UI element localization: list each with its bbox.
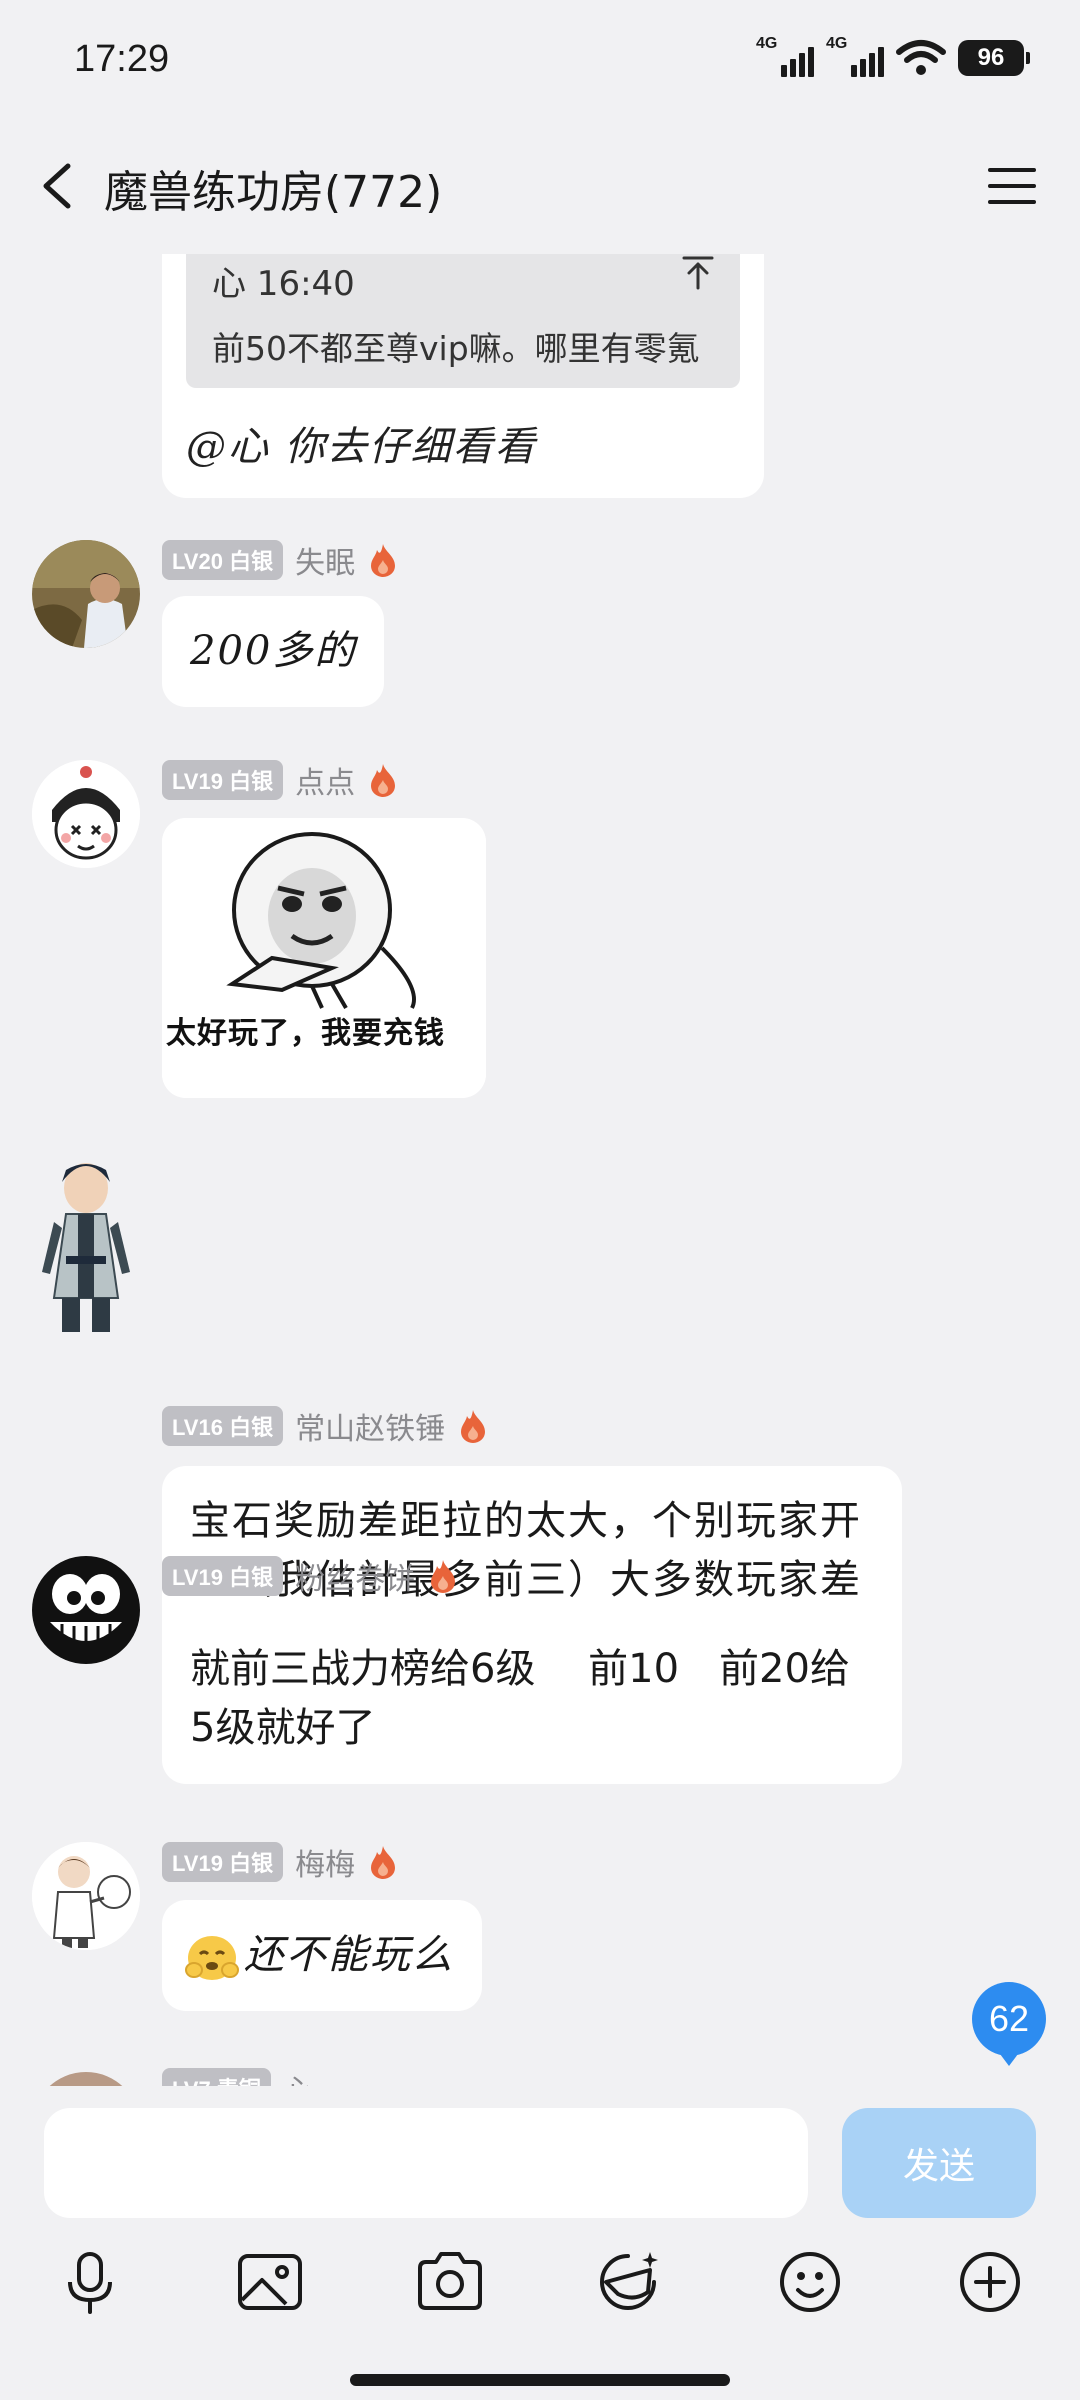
level-badge: LV7 青铜 [162, 2068, 271, 2086]
message-text: 还不能玩么 [244, 1932, 454, 1978]
sender-info: LV16 白银 常山赵铁锤 [162, 1404, 489, 1448]
camera-icon[interactable] [410, 2242, 490, 2322]
sender-name[interactable]: 梅梅 [295, 1840, 355, 1884]
input-area: 发送 [0, 2086, 1080, 2400]
sender-info: LV19 白银 梅梅 [162, 1840, 399, 1884]
meme-caption: 太好玩了，我要充钱 [166, 1016, 445, 1051]
status-time: 17:29 [74, 38, 170, 80]
home-indicator [350, 2374, 730, 2386]
unread-count-badge[interactable]: 62 [972, 1982, 1046, 2066]
plus-icon[interactable] [950, 2242, 1030, 2322]
signal-icon: 4G [756, 35, 814, 81]
avatar[interactable] [32, 1148, 140, 1348]
battery-indicator: 96 [958, 40, 1030, 76]
emoji-icon[interactable] [770, 2242, 850, 2322]
reply-text: @心 你去仔细看看 [186, 424, 537, 470]
wifi-icon [896, 40, 946, 75]
level-badge: LV16 白银 [162, 1406, 284, 1446]
sim2-label: 4G [826, 35, 848, 52]
back-arrow-icon[interactable] [28, 154, 88, 218]
image-icon[interactable] [230, 2242, 310, 2322]
sender-name[interactable]: 粉丝卷饼 [295, 1554, 415, 1598]
status-bar: 17:29 4G 4G 96 [0, 0, 1080, 120]
sim1-label: 4G [756, 35, 778, 52]
avatar[interactable] [32, 760, 140, 868]
level-badge: LV19 白银 [162, 1556, 284, 1596]
group-title: 魔兽练功房(772) [104, 167, 443, 218]
quoted-meta: 心 16:40 [212, 264, 355, 304]
sender-name[interactable]: 点点 [295, 758, 355, 802]
input-toolbar [0, 2242, 1080, 2342]
menu-icon[interactable] [984, 158, 1040, 214]
sender-info: LV7 青铜 心 [162, 2068, 313, 2086]
message-input[interactable] [44, 2108, 808, 2218]
sticker-icon[interactable] [588, 2242, 668, 2322]
sender-name[interactable]: 常山赵铁锤 [295, 1404, 445, 1448]
quoted-text: 前50不都至尊vip嘛。哪里有零氪 [212, 329, 700, 368]
message-bubble[interactable]: 还不能玩么 [162, 1900, 482, 2011]
pin-top-icon[interactable] [678, 254, 718, 292]
fire-icon [371, 544, 396, 577]
avatar[interactable] [32, 2072, 140, 2086]
level-badge: LV19 白银 [162, 760, 284, 800]
avatar[interactable] [32, 540, 140, 648]
emoji-sticker-icon [185, 1935, 239, 1980]
quote-reply-bubble[interactable]: 心 16:40 前50不都至尊vip嘛。哪里有零氪 @心 你去仔细看看 [162, 254, 764, 498]
message-bubble[interactable]: 200多的 [162, 596, 385, 707]
level-badge: LV19 白银 [162, 1842, 284, 1882]
fire-icon [371, 1846, 396, 1879]
send-button[interactable]: 发送 [842, 2108, 1036, 2218]
fire-icon [431, 1560, 456, 1593]
chat-list[interactable]: 心 16:40 前50不都至尊vip嘛。哪里有零氪 @心 你去仔细看看 LV20… [0, 254, 1080, 2086]
meme-image [162, 818, 486, 1098]
microphone-icon[interactable] [50, 2242, 130, 2322]
sticker-message[interactable]: 太好玩了，我要充钱 [162, 818, 486, 1098]
signal-icon: 4G [826, 35, 884, 81]
avatar[interactable] [32, 1556, 140, 1664]
sender-info: LV19 白银 点点 [162, 758, 399, 802]
chat-header: 魔兽练功房(772) [0, 120, 1080, 254]
quoted-message[interactable]: 心 16:40 前50不都至尊vip嘛。哪里有零氪 [186, 254, 740, 388]
status-icons: 4G 4G 96 [756, 34, 1030, 82]
fire-icon [371, 764, 396, 797]
fire-icon [461, 1410, 486, 1443]
message-bubble[interactable]: 就前三战力榜给6级 前10 前20给5级就好了 [162, 1614, 902, 1784]
avatar[interactable] [32, 1842, 140, 1950]
sender-name[interactable]: 失眠 [295, 538, 355, 582]
level-badge: LV20 白银 [162, 540, 284, 580]
sender-name[interactable]: 心 [283, 2066, 313, 2086]
sender-info: LV19 白银 粉丝卷饼 [162, 1554, 459, 1598]
sender-info: LV20 白银 失眠 [162, 538, 399, 582]
